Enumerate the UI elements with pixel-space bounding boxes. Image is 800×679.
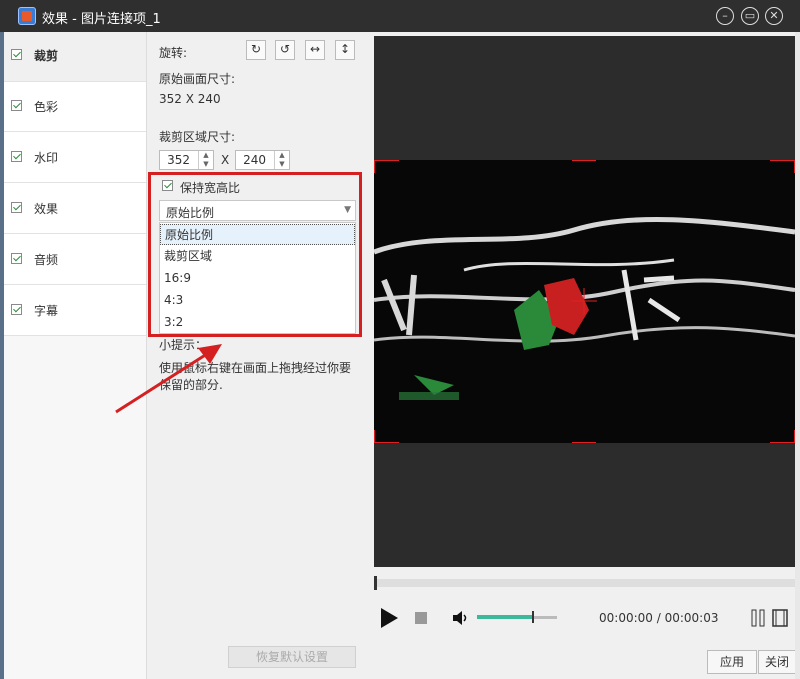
audio-checkbox[interactable] xyxy=(11,253,22,264)
app-icon xyxy=(18,7,36,25)
sidebar-item-color[interactable]: 色彩 xyxy=(4,81,146,132)
annotation-highlight-box xyxy=(148,172,362,337)
sidebar-item-crop[interactable]: 裁剪 xyxy=(4,32,146,82)
crop-height-value: 240 xyxy=(243,153,266,167)
color-checkbox[interactable] xyxy=(11,100,22,111)
spin-arrows-icon[interactable]: ▲ ▼ xyxy=(198,151,213,169)
film-icon[interactable] xyxy=(772,608,788,628)
rotate-cw-icon: ↻ xyxy=(250,42,262,56)
rotate-ccw-icon: ↺ xyxy=(279,42,291,56)
rotate-label: 旋转: xyxy=(159,46,188,60)
flip-horizontal-button[interactable]: ↔ xyxy=(305,40,325,60)
sidebar-item-watermark[interactable]: 水印 xyxy=(4,132,146,183)
rotate-cw-button[interactable]: ↻ xyxy=(246,40,266,60)
window-edge xyxy=(795,32,800,679)
sidebar-item-label: 水印 xyxy=(34,151,59,165)
flip-vertical-icon: ↕ xyxy=(339,42,351,56)
video-frame[interactable] xyxy=(374,160,795,443)
rotate-ccw-button[interactable]: ↺ xyxy=(275,40,295,60)
crop-height-input[interactable]: 240 ▲ ▼ xyxy=(235,150,290,170)
sidebar-item-label: 音频 xyxy=(34,253,59,267)
crop-handle[interactable] xyxy=(374,160,399,173)
flip-horizontal-icon: ↔ xyxy=(309,42,321,56)
sidebar-item-label: 裁剪 xyxy=(34,49,59,63)
annotation-arrow-icon xyxy=(115,344,222,414)
crop-checkbox[interactable] xyxy=(11,49,22,60)
crop-handle[interactable] xyxy=(770,430,795,443)
sidebar-item-audio[interactable]: 音频 xyxy=(4,234,146,285)
subtitle-checkbox[interactable] xyxy=(11,304,22,315)
spin-arrows-icon[interactable]: ▲ ▼ xyxy=(274,151,289,169)
volume-fill xyxy=(477,615,533,619)
sidebar-item-subtitle[interactable]: 字幕 xyxy=(4,285,146,336)
apply-button[interactable]: 应用 xyxy=(707,650,757,674)
split-icon[interactable] xyxy=(750,608,766,628)
play-icon[interactable] xyxy=(381,608,398,628)
minimize-button[interactable]: – xyxy=(716,7,734,25)
sidebar-item-label: 效果 xyxy=(34,202,59,216)
stop-icon[interactable] xyxy=(415,612,427,624)
crop-handle[interactable] xyxy=(770,160,795,173)
window-title: 效果 - 图片连接项_1 xyxy=(42,12,161,27)
maximize-button[interactable]: ▭ xyxy=(741,7,759,25)
sidebar-item-label: 字幕 xyxy=(34,304,59,318)
crop-handle[interactable] xyxy=(572,160,596,173)
close-dialog-button[interactable]: 关闭 xyxy=(758,650,796,674)
sidebar-item-label: 色彩 xyxy=(34,100,59,114)
crop-handle[interactable] xyxy=(572,430,596,443)
flip-vertical-button[interactable]: ↕ xyxy=(335,40,355,60)
sidebar-item-effect[interactable]: 效果 xyxy=(4,183,146,234)
time-label: 00:00:00 / 00:00:03 xyxy=(599,611,719,625)
original-size-label: 原始画面尺寸: xyxy=(159,72,236,86)
volume-icon[interactable] xyxy=(452,610,470,626)
seek-bar[interactable] xyxy=(374,579,795,587)
watermark-checkbox[interactable] xyxy=(11,151,22,162)
effect-checkbox[interactable] xyxy=(11,202,22,213)
original-size-value: 352 X 240 xyxy=(159,92,221,106)
crop-width-value: 352 xyxy=(167,153,190,167)
crop-width-input[interactable]: 352 ▲ ▼ xyxy=(159,150,214,170)
volume-handle[interactable] xyxy=(532,611,534,623)
crop-size-label: 裁剪区域尺寸: xyxy=(159,130,236,144)
crop-handle[interactable] xyxy=(374,430,399,443)
seek-handle[interactable] xyxy=(374,576,377,590)
restore-defaults-button[interactable]: 恢复默认设置 xyxy=(228,646,356,668)
close-button[interactable]: ✕ xyxy=(765,7,783,25)
video-frame-image xyxy=(374,160,795,443)
times-sign: X xyxy=(221,153,230,167)
